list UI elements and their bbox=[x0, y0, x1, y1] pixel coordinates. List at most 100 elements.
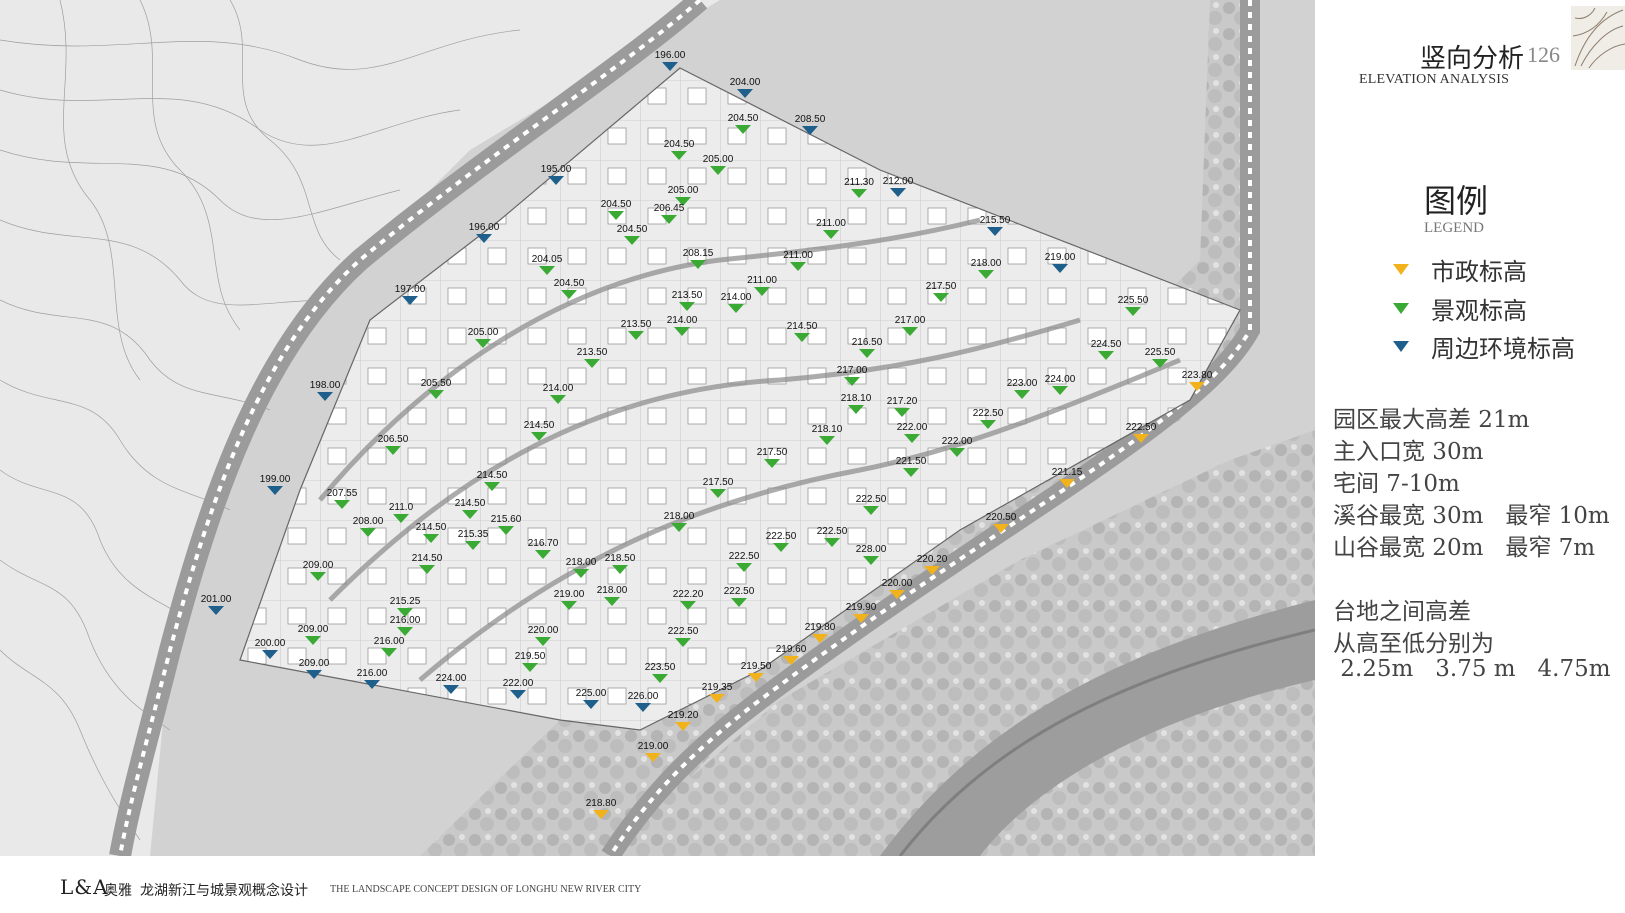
elevation-label: 222.50 bbox=[766, 531, 797, 542]
elevation-label: 220.00 bbox=[528, 625, 559, 636]
elevation-label: 221.50 bbox=[896, 456, 927, 467]
page-number: 126 bbox=[1527, 42, 1560, 67]
elevation-label: 219.00 bbox=[1045, 252, 1076, 263]
elevation-label: 223.80 bbox=[1182, 370, 1213, 381]
elevation-label: 221.15 bbox=[1052, 467, 1083, 478]
elevation-label: 218.00 bbox=[971, 258, 1002, 269]
elevation-label: 214.50 bbox=[524, 420, 555, 431]
elevation-label: 222.50 bbox=[973, 408, 1004, 419]
elevation-label: 201.00 bbox=[201, 594, 232, 605]
elevation-label: 226.00 bbox=[628, 691, 659, 702]
elevation-label: 228.00 bbox=[856, 544, 887, 555]
elevation-label: 206.50 bbox=[378, 434, 409, 445]
legend-label: 周边环境标高 bbox=[1431, 334, 1575, 363]
elevation-label: 218.00 bbox=[597, 585, 628, 596]
elevation-label: 217.50 bbox=[926, 281, 957, 292]
elevation-label: 217.20 bbox=[887, 396, 918, 407]
elevation-label: 219.00 bbox=[554, 589, 585, 600]
terrace-line: 2.25m 3.75 m 4.75m bbox=[1333, 656, 1611, 682]
elevation-label: 216.00 bbox=[390, 615, 421, 626]
legend-subtitle: LEGEND bbox=[1424, 220, 1484, 236]
elevation-label: 206.45 bbox=[654, 203, 685, 214]
elevation-label: 219.35 bbox=[702, 682, 733, 693]
elevation-label: 214.50 bbox=[477, 470, 508, 481]
elevation-label: 222.50 bbox=[856, 494, 887, 505]
elevation-label: 205.00 bbox=[668, 185, 699, 196]
elevation-label: 222.00 bbox=[503, 678, 534, 689]
elevation-label: 214.50 bbox=[412, 553, 443, 564]
elevation-label: 215.60 bbox=[491, 514, 522, 525]
elevation-label: 209.00 bbox=[303, 560, 334, 571]
elevation-label: 209.00 bbox=[298, 624, 329, 635]
elevation-label: 218.10 bbox=[812, 424, 843, 435]
elevation-label: 225.00 bbox=[576, 688, 607, 699]
elevation-label: 196.00 bbox=[469, 222, 500, 233]
elevation-label: 220.00 bbox=[882, 578, 913, 589]
stat-line: 主入口宽 30m bbox=[1333, 439, 1484, 465]
elevation-label: 217.50 bbox=[757, 447, 788, 458]
elevation-label: 218.00 bbox=[664, 511, 695, 522]
elevation-label: 217.00 bbox=[895, 315, 926, 326]
elevation-label: 205.00 bbox=[468, 327, 499, 338]
stat-line: 山谷最宽 20m 最窄 7m bbox=[1333, 535, 1596, 561]
legend-label: 市政标高 bbox=[1431, 257, 1527, 286]
elevation-label: 205.50 bbox=[421, 378, 452, 389]
triangle-down-icon bbox=[1393, 340, 1409, 352]
site-plan-drawing: 196.00 204.00 208.50 195.00 212.00 215.50 196.… bbox=[0, 0, 1315, 856]
elevation-label: 219.80 bbox=[805, 622, 836, 633]
stat-line: 溪谷最宽 30m 最窄 10m bbox=[1333, 503, 1610, 529]
elevation-label: 215.25 bbox=[390, 596, 421, 607]
elevation-label: 216.70 bbox=[528, 538, 559, 549]
elevation-label: 205.00 bbox=[703, 154, 734, 165]
elevation-label: 213.50 bbox=[621, 319, 652, 330]
elevation-label: 220.20 bbox=[917, 554, 948, 565]
elevation-label: 219.90 bbox=[846, 602, 877, 613]
elevation-label: 219.50 bbox=[741, 661, 772, 672]
elevation-label: 216.50 bbox=[852, 337, 883, 348]
elevation-label: 225.50 bbox=[1118, 295, 1149, 306]
elevation-label: 211.00 bbox=[747, 275, 777, 286]
elevation-label: 214.00 bbox=[543, 383, 574, 394]
elevation-label: 216.00 bbox=[374, 636, 405, 647]
elevation-label: 209.00 bbox=[299, 658, 330, 669]
elevation-label: 204.50 bbox=[601, 199, 632, 210]
elevation-label: 215.35 bbox=[458, 529, 489, 540]
legend-item-surrounding: 周边环境标高 bbox=[1393, 331, 1575, 363]
elevation-label: 200.00 bbox=[255, 638, 286, 649]
elevation-label: 214.00 bbox=[721, 292, 752, 303]
elevation-label: 219.00 bbox=[638, 741, 669, 752]
elevation-label: 224.00 bbox=[436, 673, 467, 684]
elevation-label: 218.50 bbox=[605, 553, 636, 564]
elevation-label: 220.50 bbox=[986, 512, 1017, 523]
stat-line: 宅间 7-10m bbox=[1333, 471, 1460, 497]
legend-item-municipal: 市政标高 bbox=[1393, 254, 1527, 286]
elevation-label: 214.50 bbox=[416, 522, 447, 533]
triangle-down-icon bbox=[1393, 302, 1409, 314]
elevation-label: 208.50 bbox=[795, 114, 826, 125]
elevation-label: 211.30 bbox=[844, 177, 874, 188]
triangle-down-icon bbox=[1393, 263, 1409, 275]
footer-project-en: THE LANDSCAPE CONCEPT DESIGN OF LONGHU N… bbox=[330, 884, 642, 895]
elevation-label: 197.00 bbox=[395, 284, 426, 295]
elevation-label: 215.50 bbox=[980, 215, 1011, 226]
page-subtitle: ELEVATION ANALYSIS bbox=[1359, 72, 1510, 87]
elevation-label: 217.00 bbox=[837, 365, 868, 376]
elevation-label: 218.00 bbox=[566, 557, 597, 568]
elevation-label: 204.50 bbox=[664, 139, 695, 150]
elevation-label: 222.00 bbox=[942, 436, 973, 447]
elevation-label: 211.0 bbox=[389, 502, 414, 513]
elevation-label: 208.00 bbox=[353, 516, 384, 527]
legend-title: 图例 bbox=[1424, 182, 1489, 220]
elevation-label: 219.50 bbox=[515, 651, 546, 662]
elevation-label: 222.50 bbox=[724, 586, 755, 597]
elevation-label: 198.00 bbox=[310, 380, 341, 391]
corner-logo bbox=[1571, 6, 1625, 70]
legend-label: 景观标高 bbox=[1431, 296, 1527, 325]
elevation-label: 222.20 bbox=[673, 589, 704, 600]
elevation-label: 223.50 bbox=[645, 662, 676, 673]
elevation-label: 218.10 bbox=[841, 393, 872, 404]
terrace-line: 台地之间高差 bbox=[1333, 599, 1471, 625]
elevation-label: 222.50 bbox=[817, 526, 848, 537]
terrace-line: 从高至低分别为 bbox=[1333, 631, 1494, 657]
elevation-label: 212.00 bbox=[883, 176, 914, 187]
